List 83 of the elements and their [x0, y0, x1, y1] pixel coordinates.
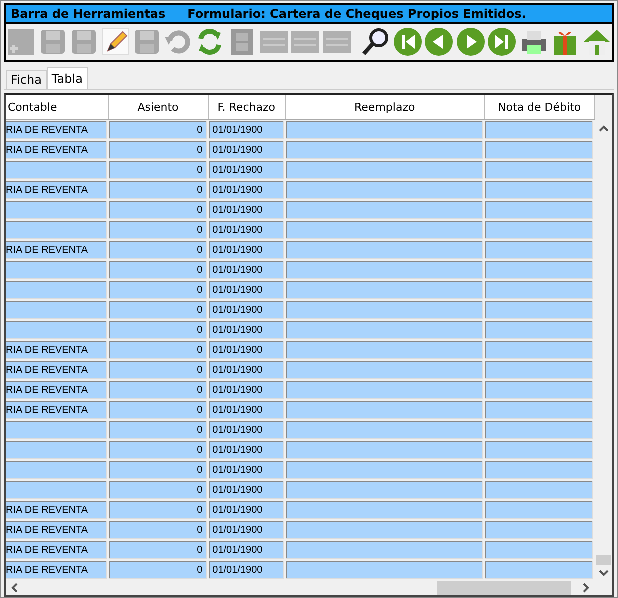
table-cell: RIA DE REVENTA: [6, 541, 107, 559]
table-cell: 0: [108, 261, 207, 279]
table-cell: 01/01/1900: [208, 201, 284, 219]
table-cell: 0: [108, 321, 207, 339]
table-cell: 01/01/1900: [208, 441, 284, 459]
home-button[interactable]: [582, 27, 612, 57]
table-cell: RIA DE REVENTA: [6, 121, 107, 139]
table-cell: 01/01/1900: [208, 281, 284, 299]
form-title: Formulario: Cartera de Cheques Propios Emitidos.: [188, 6, 526, 20]
column-header[interactable]: Reemplazo: [286, 95, 486, 119]
table-cell: 0: [108, 501, 207, 519]
table-cell: 0: [108, 121, 207, 139]
table-cell: 01/01/1900: [208, 301, 284, 319]
table-cell: 0: [108, 281, 207, 299]
table-cell: RIA DE REVENTA: [6, 561, 107, 579]
scrollbar-thumb[interactable]: [437, 581, 571, 595]
table-cell: 0: [108, 221, 207, 239]
table-cell: 0: [108, 441, 207, 459]
previous-button[interactable]: [424, 27, 454, 57]
table-cell: 0: [108, 421, 207, 439]
table-cell: 01/01/1900: [208, 161, 284, 179]
column-header[interactable]: Asiento: [108, 95, 209, 119]
table-cell: RIA DE REVENTA: [6, 521, 107, 539]
table-cell: 01/01/1900: [208, 401, 284, 419]
table-cell: RIA DE REVENTA: [6, 401, 107, 419]
table-cell: 0: [108, 521, 207, 539]
last-icon: [487, 27, 518, 57]
table-cell: 01/01/1900: [208, 181, 284, 199]
previous-icon: [424, 27, 454, 57]
next-icon: [456, 27, 486, 57]
table-cell: 01/01/1900: [208, 461, 284, 479]
last-button[interactable]: [486, 27, 518, 57]
table-cell: 0: [108, 161, 207, 179]
table-cell: 01/01/1900: [208, 501, 284, 519]
table-cell: 0: [108, 241, 207, 259]
pencil-icon: [100, 27, 131, 57]
table-cell: 0: [108, 401, 207, 419]
column-header[interactable]: Contable: [6, 95, 109, 119]
table-cell: 0: [108, 361, 207, 379]
search-button[interactable]: [360, 27, 392, 57]
table-cell: 0: [108, 341, 207, 359]
next-button[interactable]: [455, 27, 486, 57]
table-cell: 01/01/1900: [208, 521, 284, 539]
table-cell: 01/01/1900: [208, 261, 284, 279]
table-cell: 0: [108, 541, 207, 559]
table-cell: 0: [108, 381, 207, 399]
search-icon: [361, 27, 392, 57]
table-cell: 0: [108, 181, 207, 199]
table-cell: 01/01/1900: [208, 341, 284, 359]
table-cell: 01/01/1900: [208, 221, 284, 239]
table-cell: 01/01/1900: [208, 561, 284, 579]
table-cell: RIA DE REVENTA: [6, 501, 107, 519]
table-cell: 01/01/1900: [208, 361, 284, 379]
table-cell: 0: [108, 141, 207, 159]
table-cell: 0: [108, 481, 207, 499]
table-cell: 01/01/1900: [208, 421, 284, 439]
table-cell: 01/01/1900: [208, 141, 284, 159]
vertical-scrollbar[interactable]: [595, 95, 612, 595]
table-cell: RIA DE REVENTA: [6, 381, 107, 399]
tab[interactable]: Ficha: [6, 70, 47, 89]
table-cell: RIA DE REVENTA: [6, 181, 107, 199]
table-cell: 0: [108, 561, 207, 579]
table-cell: 0: [108, 201, 207, 219]
table-cell: RIA DE REVENTA: [6, 241, 107, 259]
first-icon: [392, 27, 423, 57]
table-cell: 01/01/1900: [208, 121, 284, 139]
table-cell: 01/01/1900: [208, 381, 284, 399]
tab[interactable]: Tabla: [46, 67, 88, 89]
scrollbar-thumb[interactable]: [596, 555, 611, 565]
table-cell: 01/01/1900: [208, 481, 284, 499]
table-cell: RIA DE REVENTA: [6, 141, 107, 159]
column-header[interactable]: F. Rechazo: [208, 95, 286, 119]
horizontal-scrollbar[interactable]: [6, 580, 595, 595]
table-cell: 01/01/1900: [208, 541, 284, 559]
plus-icon: [6, 27, 36, 57]
table-cell: 01/01/1900: [208, 241, 284, 259]
toolbar-title: Barra de Herramientas: [11, 6, 166, 20]
table-cell: RIA DE REVENTA: [6, 341, 107, 359]
table-cell: 0: [108, 301, 207, 319]
table-cell: RIA DE REVENTA: [6, 361, 107, 379]
pencil-button[interactable]: [100, 27, 132, 57]
table-cell: 0: [108, 461, 207, 479]
table-cell: 01/01/1900: [208, 321, 284, 339]
